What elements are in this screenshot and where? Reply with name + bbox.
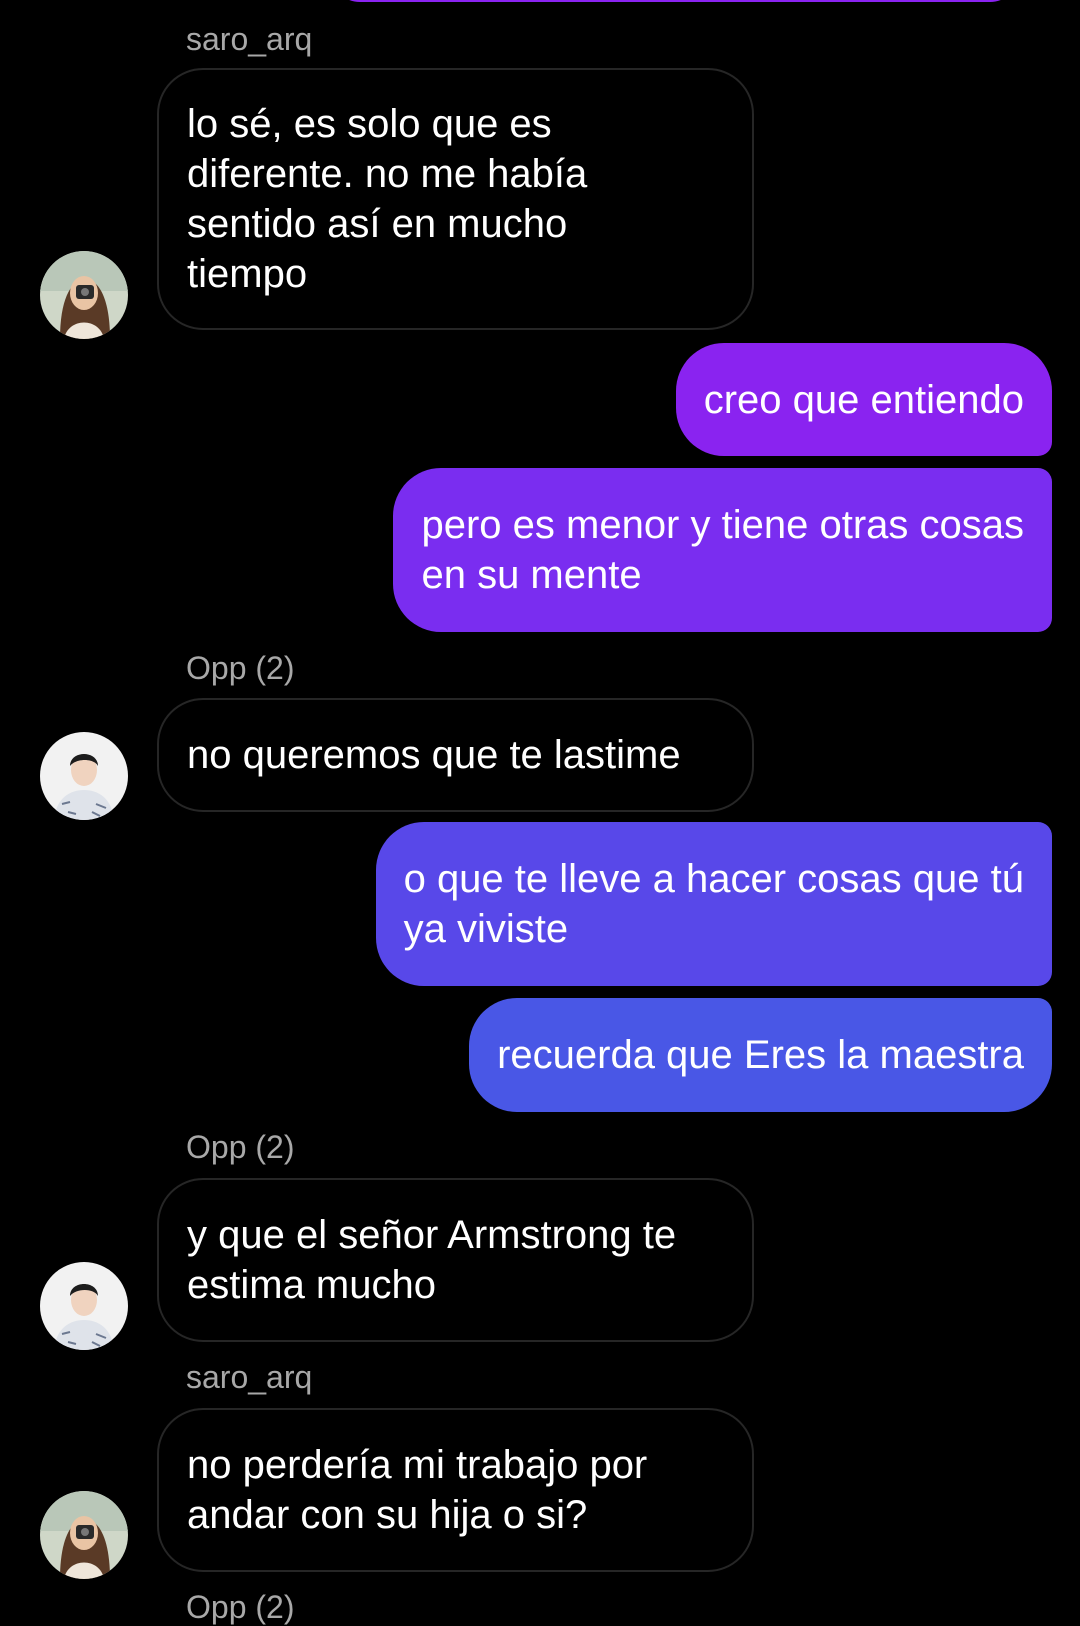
message-bubble-outgoing[interactable]: pero es menor y tiene otras cosas en su … <box>393 468 1052 632</box>
message-text-line: andar con su hija o si? <box>187 1493 588 1537</box>
message-text-line: y que el señor Armstrong te <box>187 1213 677 1257</box>
sender-name: Opp (2) <box>186 650 295 686</box>
message-bubble-outgoing[interactable]: o que te lleve a hacer cosas que tú ya v… <box>375 822 1052 986</box>
avatar-opp-icon[interactable] <box>40 732 128 820</box>
message-bubble-incoming[interactable]: no perdería mi trabajo por andar con su … <box>157 1408 754 1572</box>
message-text-line: sentido así en mucho <box>187 202 568 246</box>
message-bubble-incoming[interactable]: lo sé, es solo que es diferente. no me h… <box>157 68 754 330</box>
message-text-line: no perdería mi trabajo por <box>187 1443 648 1487</box>
sender-name: saro_arq <box>186 1359 313 1395</box>
sender-name: Opp (2) <box>186 1129 295 1165</box>
avatar-opp-icon[interactable] <box>40 1262 128 1350</box>
message-text-line: creo que entiendo <box>703 377 1024 422</box>
message-bubble-incoming[interactable]: y que el señor Armstrong te estima mucho <box>157 1178 754 1342</box>
previous-outgoing-bubble-edge <box>330 0 1020 2</box>
message-text-line: pero es menor y tiene otras cosas <box>421 503 1024 547</box>
message-text-line: estima mucho <box>187 1263 436 1307</box>
message-text-line: tiempo <box>187 252 308 296</box>
message-text-line: o que te lleve a hacer cosas que tú <box>403 857 1024 901</box>
sender-name: Opp (2) <box>186 1589 295 1625</box>
avatar-saro-icon[interactable] <box>40 251 128 339</box>
message-text-line: en su mente <box>421 553 642 597</box>
message-text-line: diferente. no me había <box>187 152 588 196</box>
message-bubble-incoming[interactable]: no queremos que te lastime <box>157 698 754 812</box>
message-text-line: lo sé, es solo que es <box>187 102 552 146</box>
message-text-line: no queremos que te lastime <box>187 733 681 777</box>
avatar-saro-icon[interactable] <box>40 1491 128 1579</box>
message-bubble-outgoing[interactable]: recuerda que Eres la maestra <box>469 998 1052 1112</box>
message-text-line: recuerda que Eres la maestra <box>497 1033 1024 1077</box>
message-bubble-outgoing[interactable]: creo que entiendo <box>675 343 1052 456</box>
message-text-line: ya viviste <box>403 907 569 951</box>
sender-name: saro_arq <box>186 21 313 57</box>
